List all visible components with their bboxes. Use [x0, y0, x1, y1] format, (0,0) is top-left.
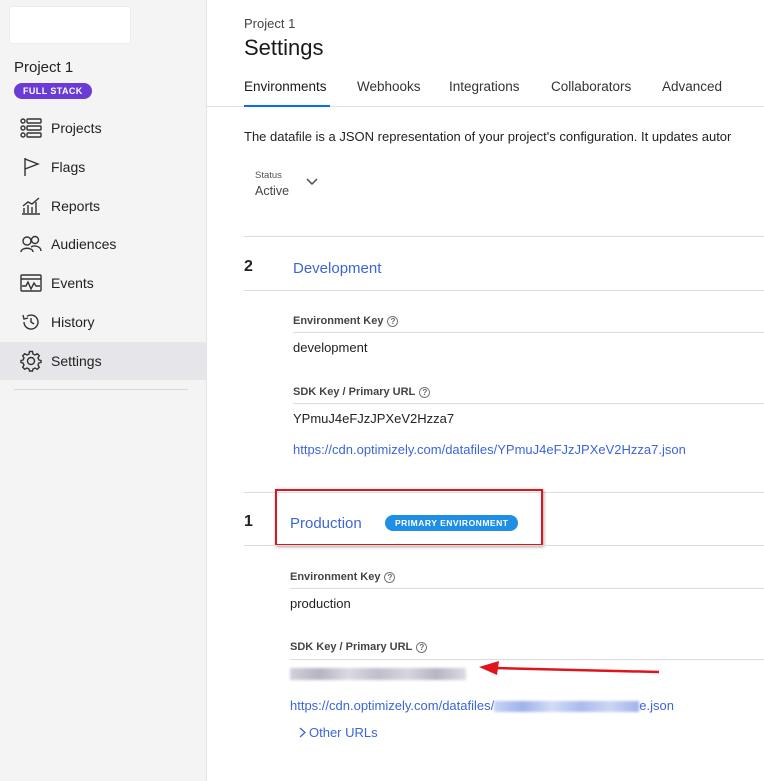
help-icon[interactable]: ? — [387, 315, 399, 327]
help-icon[interactable]: ? — [419, 386, 431, 398]
divider — [293, 332, 764, 333]
divider — [244, 545, 764, 546]
sidebar-item-label: Projects — [51, 120, 102, 136]
list-icon — [19, 116, 43, 140]
sidebar-item-history[interactable]: History — [0, 303, 206, 341]
environment-key-value: development — [293, 340, 368, 355]
sidebar-item-label: Reports — [51, 198, 101, 214]
sdk-key-label: SDK Key / Primary URL ? — [293, 386, 431, 398]
status-label: Status — [255, 170, 282, 181]
sidebar-item-label: Settings — [51, 353, 102, 369]
datafile-url-link[interactable]: https://cdn.optimizely.com/datafiles/e.j… — [290, 698, 674, 713]
main-content: Project 1 Settings Environments Webhooks… — [207, 0, 764, 781]
chevron-right-icon — [299, 727, 306, 738]
sidebar-item-reports[interactable]: Reports — [0, 187, 206, 225]
page-title: Settings — [244, 35, 324, 60]
environment-key-value: production — [290, 596, 351, 611]
environment-name-development[interactable]: Development — [293, 260, 381, 277]
annotation-highlight-box — [275, 489, 543, 546]
divider — [244, 290, 764, 291]
field-label-text: Environment Key — [293, 315, 384, 327]
sdk-key-label: SDK Key / Primary URL ? — [290, 641, 428, 653]
tab-webhooks[interactable]: Webhooks — [357, 78, 421, 107]
people-icon — [19, 232, 43, 256]
sidebar-item-label: Audiences — [51, 236, 117, 252]
help-icon[interactable]: ? — [416, 641, 428, 653]
field-label-text: Environment Key — [290, 571, 381, 583]
environment-priority: 1 — [244, 513, 253, 530]
divider — [293, 403, 764, 404]
sdk-key-value: YPmuJ4eFJzJPXeV2Hzza7 — [293, 411, 455, 426]
sidebar-item-label: Events — [51, 275, 94, 291]
sidebar-item-flags[interactable]: Flags — [0, 148, 206, 186]
divider — [244, 236, 764, 237]
sidebar: Project 1 FULL STACK Projects Flags Repo… — [0, 0, 207, 781]
logo[interactable] — [9, 6, 131, 44]
environment-key-label: Environment Key ? — [293, 315, 399, 327]
chart-icon — [19, 194, 43, 218]
sidebar-item-label: Flags — [51, 159, 86, 175]
field-label-text: SDK Key / Primary URL — [293, 386, 416, 398]
status-value[interactable]: Active — [255, 184, 289, 198]
annotation-arrow-icon — [479, 661, 660, 675]
breadcrumb[interactable]: Project 1 — [244, 16, 295, 31]
tab-integrations[interactable]: Integrations — [449, 78, 520, 107]
field-label-text: SDK Key / Primary URL — [290, 641, 413, 653]
other-urls-toggle[interactable]: Other URLs — [299, 725, 378, 740]
sidebar-item-projects[interactable]: Projects — [0, 109, 206, 147]
redacted-url-segment — [494, 701, 640, 713]
gear-icon — [19, 349, 43, 373]
datafile-description: The datafile is a JSON representation of… — [244, 129, 732, 144]
tab-environments[interactable]: Environments — [244, 78, 330, 107]
chevron-down-icon[interactable] — [305, 174, 319, 192]
settings-tabs: Environments Webhooks Integrations Colla… — [207, 78, 764, 107]
other-urls-label: Other URLs — [309, 725, 378, 740]
sidebar-item-label: History — [51, 314, 95, 330]
tab-collaborators[interactable]: Collaborators — [551, 78, 631, 107]
flag-icon — [19, 155, 43, 179]
full-stack-badge: FULL STACK — [14, 83, 92, 99]
history-icon — [19, 310, 43, 334]
project-name[interactable]: Project 1 — [14, 59, 73, 76]
sidebar-item-events[interactable]: Events — [0, 264, 206, 302]
tab-advanced[interactable]: Advanced — [662, 78, 722, 107]
divider — [290, 588, 764, 589]
datafile-url-link[interactable]: https://cdn.optimizely.com/datafiles/YPm… — [293, 442, 686, 457]
sidebar-item-audiences[interactable]: Audiences — [0, 225, 206, 263]
environment-priority: 2 — [244, 258, 253, 275]
sidebar-divider — [14, 389, 188, 390]
redacted-sdk-key — [290, 668, 466, 680]
help-icon[interactable]: ? — [384, 571, 396, 583]
sidebar-item-settings[interactable]: Settings — [0, 342, 206, 380]
url-prefix: https://cdn.optimizely.com/datafiles/ — [290, 698, 495, 713]
url-suffix: e.json — [639, 698, 674, 713]
environment-key-label: Environment Key ? — [290, 571, 396, 583]
pulse-icon — [19, 271, 43, 295]
